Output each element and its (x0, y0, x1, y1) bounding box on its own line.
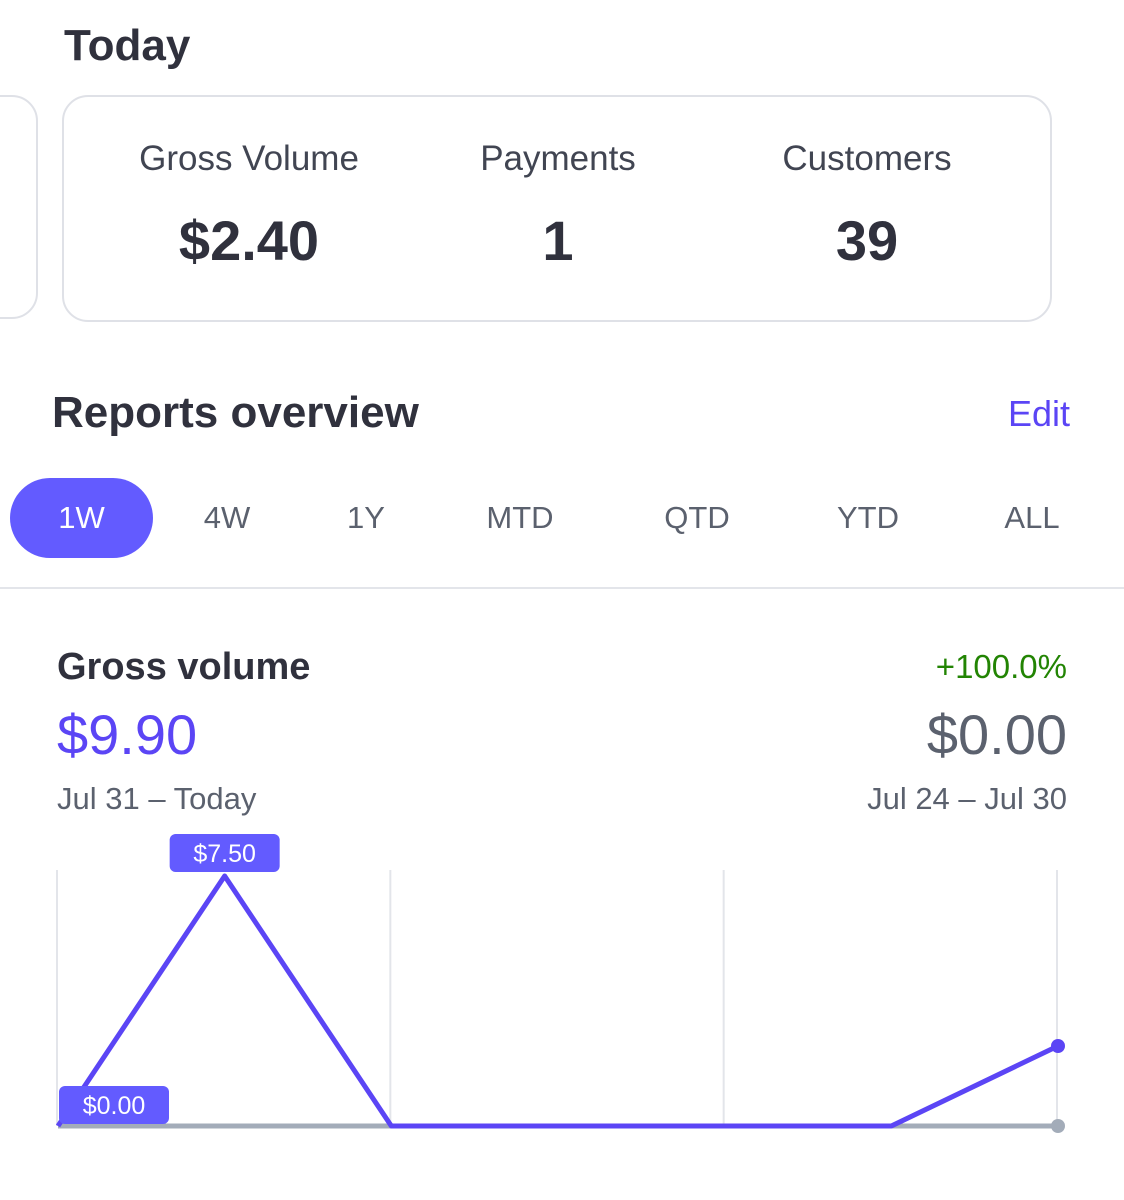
tab-ytd[interactable]: YTD (813, 478, 923, 558)
tab-1w[interactable]: 1W (10, 478, 153, 558)
edit-button[interactable]: Edit (1008, 392, 1070, 436)
tab-4w[interactable]: 4W (177, 478, 277, 558)
reports-overview-title: Reports overview (52, 388, 419, 437)
stat-label: Customers (782, 139, 952, 178)
gross-volume-previous-value: $0.00 (926, 703, 1067, 766)
stat-label: Payments (480, 139, 636, 178)
stat-label: Gross Volume (139, 139, 359, 178)
chart-point-previous-end (1051, 1119, 1065, 1133)
gross-volume-previous-range: Jul 24 – Jul 30 (867, 781, 1067, 816)
stat-value: 39 (835, 209, 899, 272)
gross-volume-change: +100.0% (935, 648, 1067, 685)
stat-payments: Payments 1 (398, 137, 718, 271)
today-stats-card[interactable]: Gross Volume $2.40 Payments 1 Customers … (62, 95, 1052, 322)
previous-stats-card[interactable] (0, 95, 38, 319)
chart-peak-label: $7.50 (193, 840, 256, 868)
stat-customers: Customers 39 (707, 137, 1027, 271)
tab-qtd[interactable]: QTD (642, 478, 752, 558)
tab-all[interactable]: ALL (977, 478, 1087, 558)
divider (0, 587, 1124, 589)
period-tabs: 1W 4W 1Y MTD QTD YTD ALL (10, 478, 1124, 558)
tab-1y[interactable]: 1Y (316, 478, 416, 558)
tab-mtd[interactable]: MTD (465, 478, 575, 558)
chart-series-current (55, 873, 1060, 1129)
chart-point-current-end (1051, 1039, 1065, 1053)
gross-volume-current-range: Jul 31 – Today (57, 781, 257, 816)
stat-gross-volume: Gross Volume $2.40 (89, 137, 409, 271)
today-title: Today (64, 21, 191, 70)
gross-volume-current-value: $9.90 (57, 703, 198, 766)
gross-volume-chart[interactable]: $7.50 $0.00 (0, 820, 1124, 1200)
chart-start-label: $0.00 (83, 1092, 146, 1120)
stat-value: $2.40 (178, 209, 320, 272)
gross-volume-title: Gross volume (57, 646, 311, 688)
stat-value: 1 (542, 209, 574, 272)
